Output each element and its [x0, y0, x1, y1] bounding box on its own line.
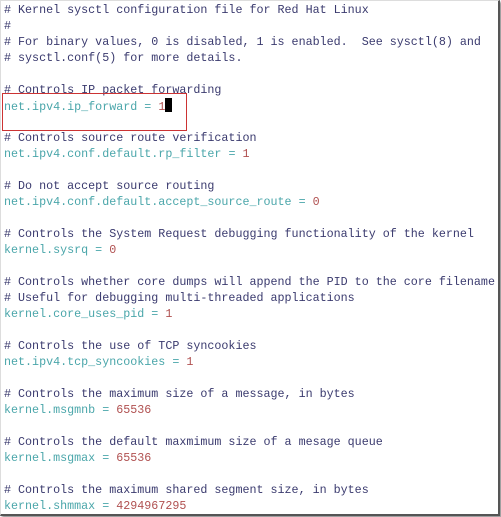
- setting-key: net.ipv4.conf.default.rp_filter: [4, 147, 222, 161]
- setting-key: net.ipv4.tcp_syncookies: [4, 355, 166, 369]
- comment-line: # Controls source route verification: [4, 130, 495, 146]
- equals-sign: =: [144, 307, 166, 321]
- text-editor-window: # Kernel sysctl configuration file for R…: [0, 0, 500, 516]
- comment-line: # sysctl.conf(5) for more details.: [4, 50, 495, 66]
- equals-sign: =: [165, 355, 187, 369]
- setting-value: 65536: [116, 451, 152, 465]
- comment-text: # Controls the default maxmimum size of …: [4, 435, 383, 449]
- comment-text: # Kernel sysctl configuration file for R…: [4, 3, 369, 17]
- setting-key: kernel.msgmax: [4, 451, 96, 465]
- comment-line: # For binary values, 0 is disabled, 1 is…: [4, 34, 495, 50]
- setting-line: kernel.sysrq = 0: [4, 242, 495, 258]
- setting-line: kernel.msgmnb = 65536: [4, 402, 495, 418]
- comment-line: # Useful for debugging multi-threaded ap…: [4, 290, 495, 306]
- comment-line: # Controls the use of TCP syncookies: [4, 338, 495, 354]
- comment-text: # sysctl.conf(5) for more details.: [4, 51, 243, 65]
- comment-text: # Controls the maximum size of a message…: [4, 387, 355, 401]
- setting-line: kernel.shmmax = 4294967295: [4, 498, 495, 514]
- setting-value: 1: [165, 307, 173, 321]
- setting-value: 65536: [116, 403, 152, 417]
- comment-text: #: [4, 19, 12, 33]
- setting-line: net.ipv4.conf.default.accept_source_rout…: [4, 194, 495, 210]
- equals-sign: =: [291, 195, 313, 209]
- comment-line: # Kernel sysctl configuration file for R…: [4, 2, 495, 18]
- setting-line: kernel.msgmax = 65536: [4, 450, 495, 466]
- setting-key: kernel.shmmax: [4, 499, 96, 513]
- comment-line: # Controls the maximum size of a message…: [4, 386, 495, 402]
- setting-value: 4294967295: [116, 499, 187, 513]
- setting-line: net.ipv4.tcp_syncookies = 1: [4, 354, 495, 370]
- comment-line: # Do not accept source routing: [4, 178, 495, 194]
- setting-line: kernel.core_uses_pid = 1: [4, 306, 495, 322]
- setting-key: kernel.msgmnb: [4, 403, 96, 417]
- comment-text: # Do not accept source routing: [4, 179, 215, 193]
- comment-text: # Useful for debugging multi-threaded ap…: [4, 291, 355, 305]
- comment-line: # Controls the default maxmimum size of …: [4, 434, 495, 450]
- setting-key: net.ipv4.conf.default.accept_source_rout…: [4, 195, 292, 209]
- setting-value: 0: [109, 243, 117, 257]
- comment-line: #: [4, 18, 495, 34]
- equals-sign: =: [95, 403, 117, 417]
- comment-line: # Controls the System Request debugging …: [4, 226, 495, 242]
- comment-line: # Controls whether core dumps will appen…: [4, 274, 495, 290]
- equals-sign: =: [88, 243, 110, 257]
- comment-line: # Controls the maximum shared segment si…: [4, 482, 495, 498]
- setting-key: kernel.sysrq: [4, 243, 89, 257]
- equals-sign: =: [95, 451, 117, 465]
- setting-value: 1: [186, 355, 194, 369]
- comment-text: # Controls the System Request debugging …: [4, 227, 474, 241]
- comment-text: # Controls whether core dumps will appen…: [4, 275, 495, 289]
- comment-text: # For binary values, 0 is disabled, 1 is…: [4, 35, 481, 49]
- setting-line: net.ipv4.conf.default.rp_filter = 1: [4, 146, 495, 162]
- equals-sign: =: [221, 147, 243, 161]
- highlight-box: [2, 93, 187, 131]
- setting-key: kernel.core_uses_pid: [4, 307, 145, 321]
- setting-value: 0: [312, 195, 320, 209]
- setting-value: 1: [242, 147, 250, 161]
- comment-text: # Controls source route verification: [4, 131, 257, 145]
- equals-sign: =: [95, 499, 117, 513]
- comment-text: # Controls the use of TCP syncookies: [4, 339, 257, 353]
- editor-text-area[interactable]: # Kernel sysctl configuration file for R…: [4, 2, 495, 514]
- comment-text: # Controls the maximum shared segment si…: [4, 483, 369, 497]
